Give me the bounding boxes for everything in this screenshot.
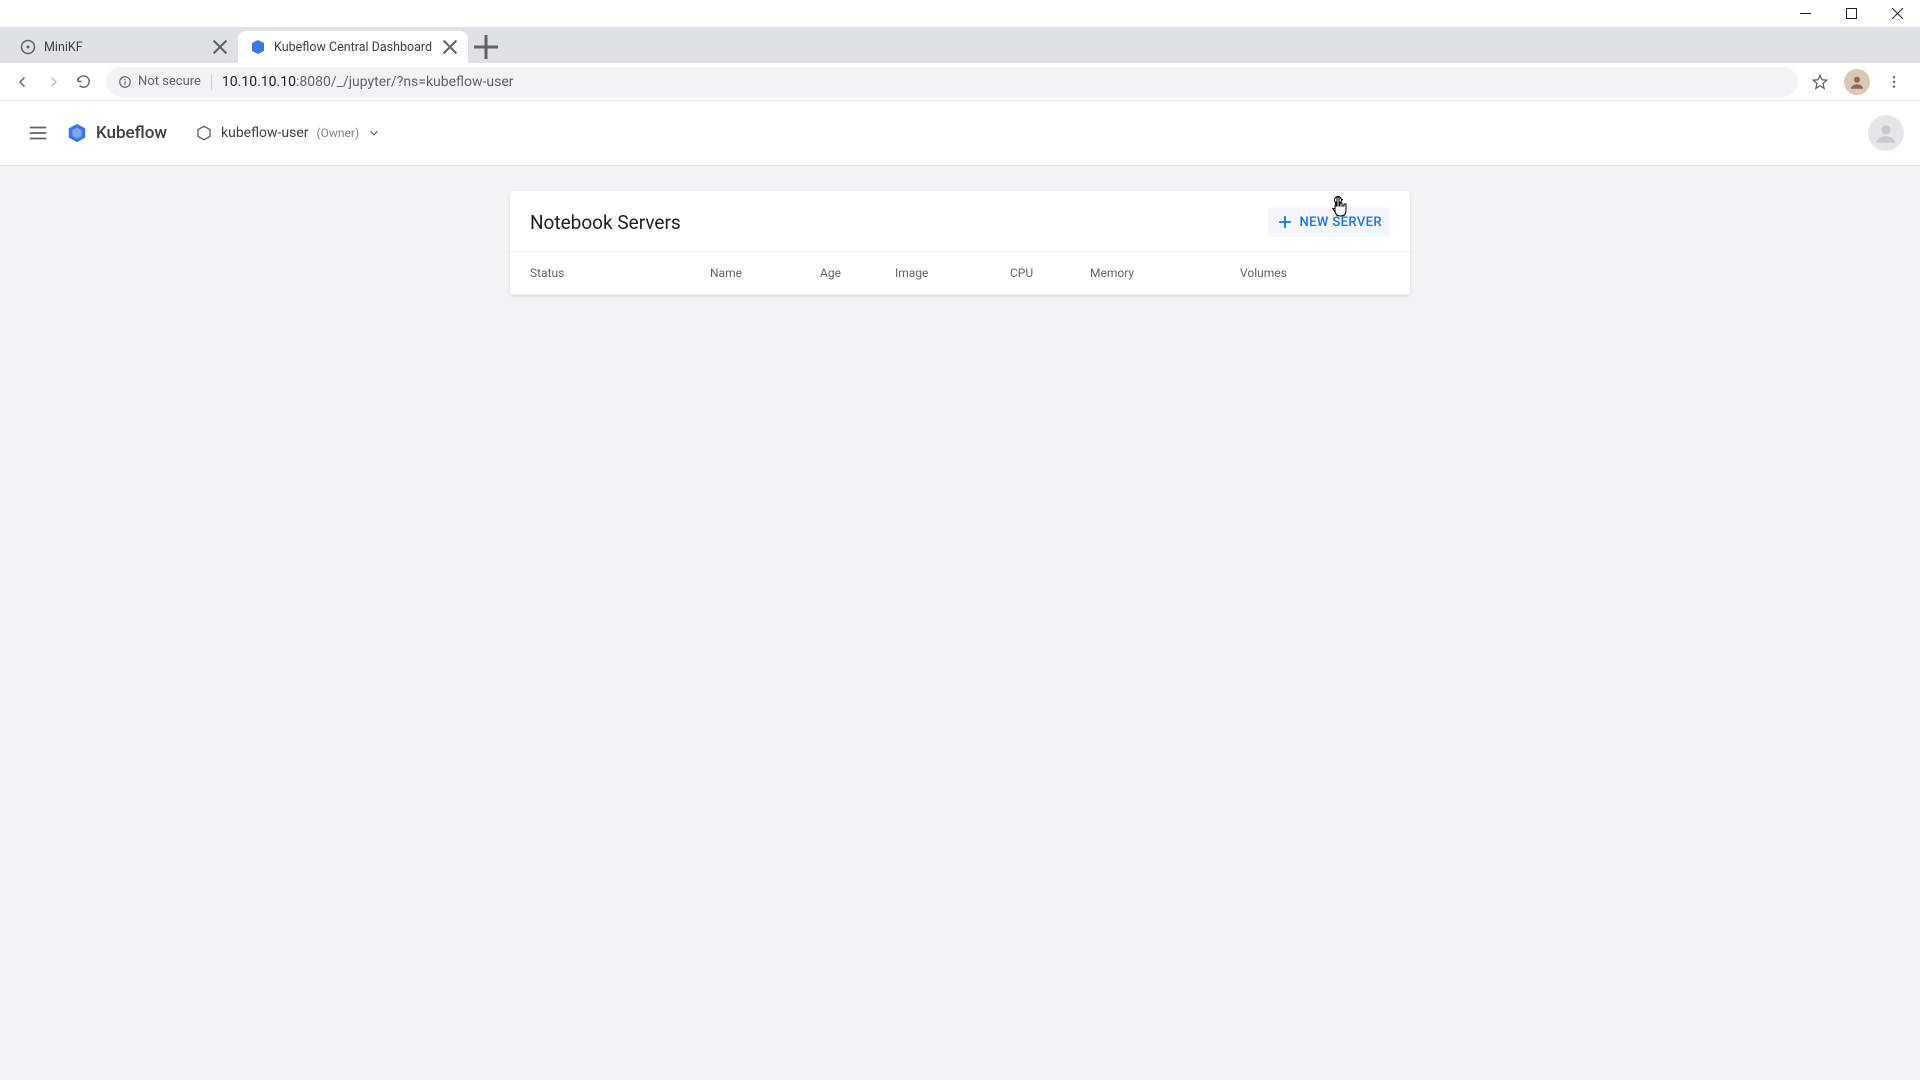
plus-icon — [1276, 213, 1294, 231]
url-host: 10.10.10.10 — [222, 74, 296, 90]
col-status: Status — [530, 266, 710, 280]
new-server-button[interactable]: NEW SERVER — [1268, 207, 1390, 237]
omnibox-divider — [211, 74, 212, 90]
user-avatar[interactable] — [1868, 115, 1904, 151]
browser-toolbar: Not secure 10.10.10.10:8080/_/jupyter/?n… — [0, 63, 1920, 101]
new-server-label: NEW SERVER — [1300, 215, 1382, 230]
chevron-down-icon — [367, 126, 381, 140]
app-header: Kubeflow kubeflow-user (Owner) — [0, 101, 1920, 165]
table-header: Status Name Age Image CPU Memory Volumes — [510, 252, 1410, 295]
browser-tabstrip: MiniKF Kubeflow Central Dashboard — [0, 27, 1920, 63]
favicon-icon — [250, 39, 266, 55]
tab-title: Kubeflow Central Dashboard — [274, 40, 436, 55]
hamburger-menu-button[interactable] — [18, 113, 58, 153]
window-titlebar — [0, 0, 1920, 27]
notebook-servers-card: Notebook Servers NEW SERVER Status Name … — [510, 191, 1410, 295]
tab-close-button[interactable] — [442, 39, 458, 55]
tab-close-button[interactable] — [212, 39, 228, 55]
namespace-name: kubeflow-user — [221, 125, 309, 141]
person-icon — [1848, 73, 1866, 91]
bookmark-button[interactable] — [1806, 68, 1834, 96]
favicon-icon — [20, 39, 36, 55]
nav-back-button[interactable] — [8, 67, 38, 97]
window-minimize-button[interactable] — [1782, 0, 1828, 27]
brand[interactable]: Kubeflow — [66, 122, 167, 144]
arrow-right-icon — [44, 73, 62, 91]
arrow-left-icon — [14, 73, 32, 91]
browser-menu-button[interactable] — [1880, 68, 1908, 96]
nav-reload-button[interactable] — [68, 67, 98, 97]
maximize-icon — [1846, 8, 1857, 19]
security-badge[interactable]: Not secure — [118, 74, 201, 89]
app-viewport: Kubeflow kubeflow-user (Owner) Notebook … — [0, 101, 1920, 1080]
omnibox[interactable]: Not secure 10.10.10.10:8080/_/jupyter/?n… — [106, 67, 1798, 97]
namespace-icon — [195, 124, 213, 142]
plus-icon — [472, 33, 500, 61]
nav-forward-button[interactable] — [38, 67, 68, 97]
col-cpu: CPU — [1010, 266, 1090, 280]
brand-text: Kubeflow — [96, 123, 167, 143]
col-memory: Memory — [1090, 266, 1240, 280]
star-icon — [1811, 73, 1829, 91]
person-icon — [1873, 120, 1899, 146]
profile-avatar[interactable] — [1844, 69, 1870, 95]
new-tab-button[interactable] — [472, 33, 500, 61]
kubeflow-logo-icon — [66, 122, 88, 144]
namespace-picker[interactable]: kubeflow-user (Owner) — [195, 124, 381, 142]
security-label: Not secure — [138, 74, 201, 89]
card-header: Notebook Servers NEW SERVER — [510, 191, 1410, 252]
card-title: Notebook Servers — [530, 211, 681, 234]
url-text: 10.10.10.10:8080/_/jupyter/?ns=kubeflow-… — [222, 74, 514, 90]
info-icon — [118, 75, 132, 89]
close-icon — [212, 39, 228, 55]
close-icon — [1892, 8, 1903, 19]
close-icon — [442, 39, 458, 55]
col-image: Image — [895, 266, 1010, 280]
kebab-icon — [1886, 74, 1902, 90]
col-volumes: Volumes — [1240, 266, 1390, 280]
namespace-role: (Owner) — [317, 126, 360, 140]
content-area: Notebook Servers NEW SERVER Status Name … — [0, 165, 1920, 295]
minimize-icon — [1800, 8, 1811, 19]
window-close-button[interactable] — [1874, 0, 1920, 27]
reload-icon — [75, 73, 92, 90]
toolbar-right — [1806, 68, 1912, 96]
col-name: Name — [710, 266, 820, 280]
browser-tab-kubeflow[interactable]: Kubeflow Central Dashboard — [238, 31, 468, 63]
hamburger-icon — [27, 122, 49, 144]
browser-tab-minikf[interactable]: MiniKF — [8, 31, 238, 63]
url-path: /_/jupyter/?ns=kubeflow-user — [331, 74, 514, 90]
col-age: Age — [820, 266, 895, 280]
url-port: :8080 — [296, 74, 331, 90]
tab-title: MiniKF — [44, 40, 206, 55]
window-maximize-button[interactable] — [1828, 0, 1874, 27]
